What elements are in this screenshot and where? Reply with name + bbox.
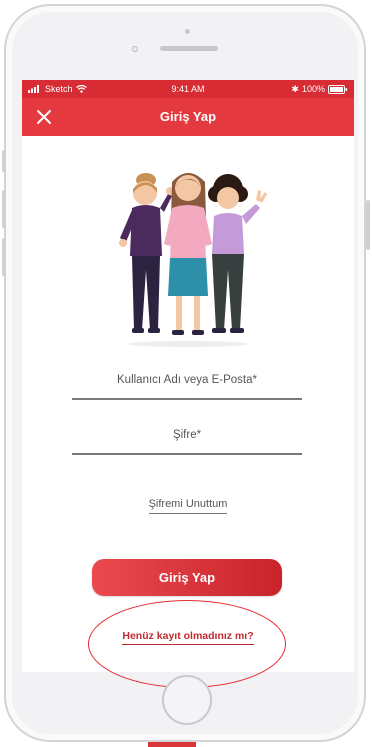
login-button[interactable]: Giriş Yap xyxy=(92,559,282,596)
username-field[interactable]: Kullanıcı Adı veya E-Posta* xyxy=(72,374,302,400)
wifi-icon xyxy=(75,85,87,93)
status-time: 9:41 AM xyxy=(171,84,205,94)
earpiece-speaker xyxy=(160,46,218,51)
bottom-accent-bar xyxy=(148,742,196,747)
password-underline xyxy=(72,453,302,455)
status-bar: Sketch 9:41 AM ✱ 100% xyxy=(22,80,354,98)
signal-icon xyxy=(28,85,39,93)
battery-percentage: 100% xyxy=(301,84,325,94)
phone-side-button xyxy=(2,190,6,228)
front-camera xyxy=(185,29,190,34)
three-women-illustration xyxy=(119,173,267,347)
password-field[interactable]: Şifre* xyxy=(72,429,302,455)
forgot-password-link[interactable]: Şifremi Unuttum xyxy=(22,494,354,514)
phone-side-button xyxy=(2,150,6,172)
app-screen: Sketch 9:41 AM ✱ 100% Giriş Yap Kullanıc… xyxy=(22,80,354,672)
battery-icon xyxy=(328,84,348,94)
page-title: Giriş Yap xyxy=(159,109,217,124)
home-button[interactable] xyxy=(162,675,212,725)
username-underline xyxy=(72,398,302,400)
forgot-password-label: Şifremi Unuttum xyxy=(148,498,228,514)
phone-side-button xyxy=(2,238,6,276)
phone-side-button xyxy=(366,200,370,250)
status-left: Sketch xyxy=(28,84,138,94)
password-label: Şifre* xyxy=(172,429,202,441)
proximity-sensor xyxy=(132,46,138,52)
username-label: Kullanıcı Adı veya E-Posta* xyxy=(117,374,257,386)
status-right: ✱ 100% xyxy=(238,84,348,95)
bluetooth-icon: ✱ xyxy=(291,83,299,94)
carrier-name: Sketch xyxy=(45,84,73,94)
nav-bar: Giriş Yap xyxy=(22,98,354,136)
